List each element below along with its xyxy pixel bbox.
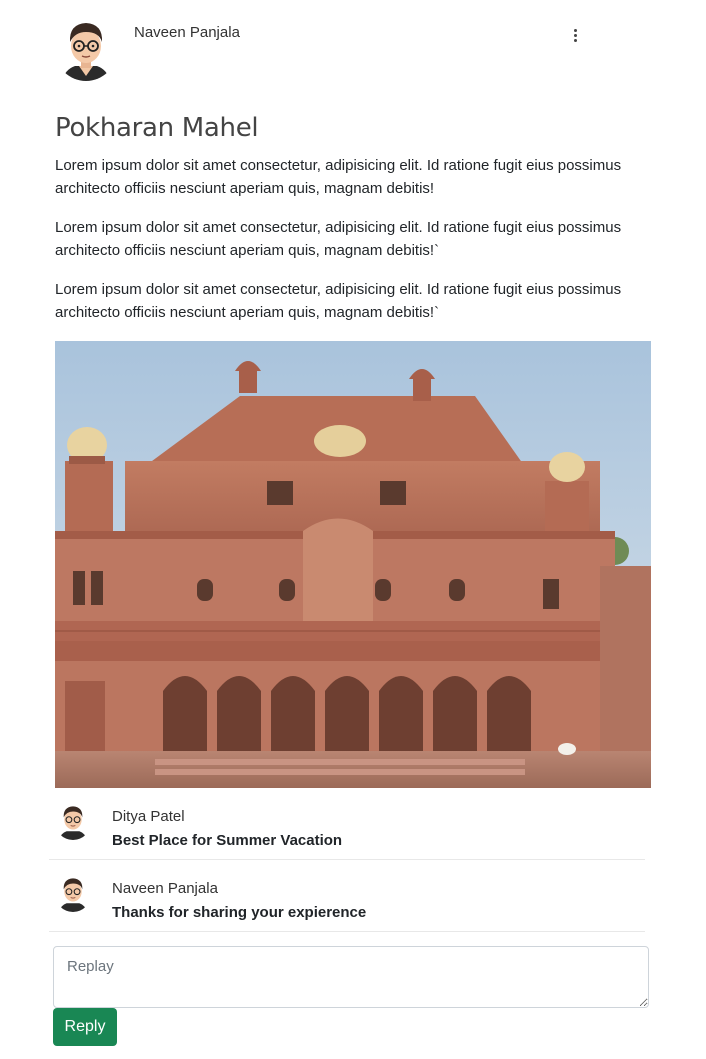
reply-textarea[interactable] xyxy=(53,946,649,1008)
post-paragraph: Lorem ipsum dolor sit amet consectetur, … xyxy=(55,219,622,259)
comment-text: Thanks for sharing your expierence xyxy=(112,904,367,921)
post-paragraph: Lorem ipsum dolor sit amet consectetur, … xyxy=(55,157,622,197)
post-header: Naveen Panjala xyxy=(55,10,595,86)
comment-author[interactable]: Naveen Panjala xyxy=(112,880,218,897)
reply-button[interactable]: Reply xyxy=(53,1008,117,1046)
commenter-avatar[interactable] xyxy=(55,798,91,846)
post-image xyxy=(55,341,651,788)
author-name[interactable]: Naveen Panjala xyxy=(134,24,240,41)
post-body: Lorem ipsum dolor sit amet consectetur, … xyxy=(55,155,655,341)
comment-text: Best Place for Summer Vacation xyxy=(112,832,343,849)
comment-item: Naveen Panjala Thanks for sharing your e… xyxy=(49,860,645,932)
kebab-menu-icon[interactable] xyxy=(565,24,585,46)
commenter-avatar[interactable] xyxy=(55,870,91,918)
post-title: Pokharan Mahel xyxy=(55,113,259,143)
comment-author[interactable]: Ditya Patel xyxy=(112,808,185,825)
post-paragraph: Lorem ipsum dolor sit amet consectetur, … xyxy=(55,281,622,321)
comment-item: Ditya Patel Best Place for Summer Vacati… xyxy=(49,788,645,860)
author-avatar[interactable] xyxy=(55,14,117,86)
